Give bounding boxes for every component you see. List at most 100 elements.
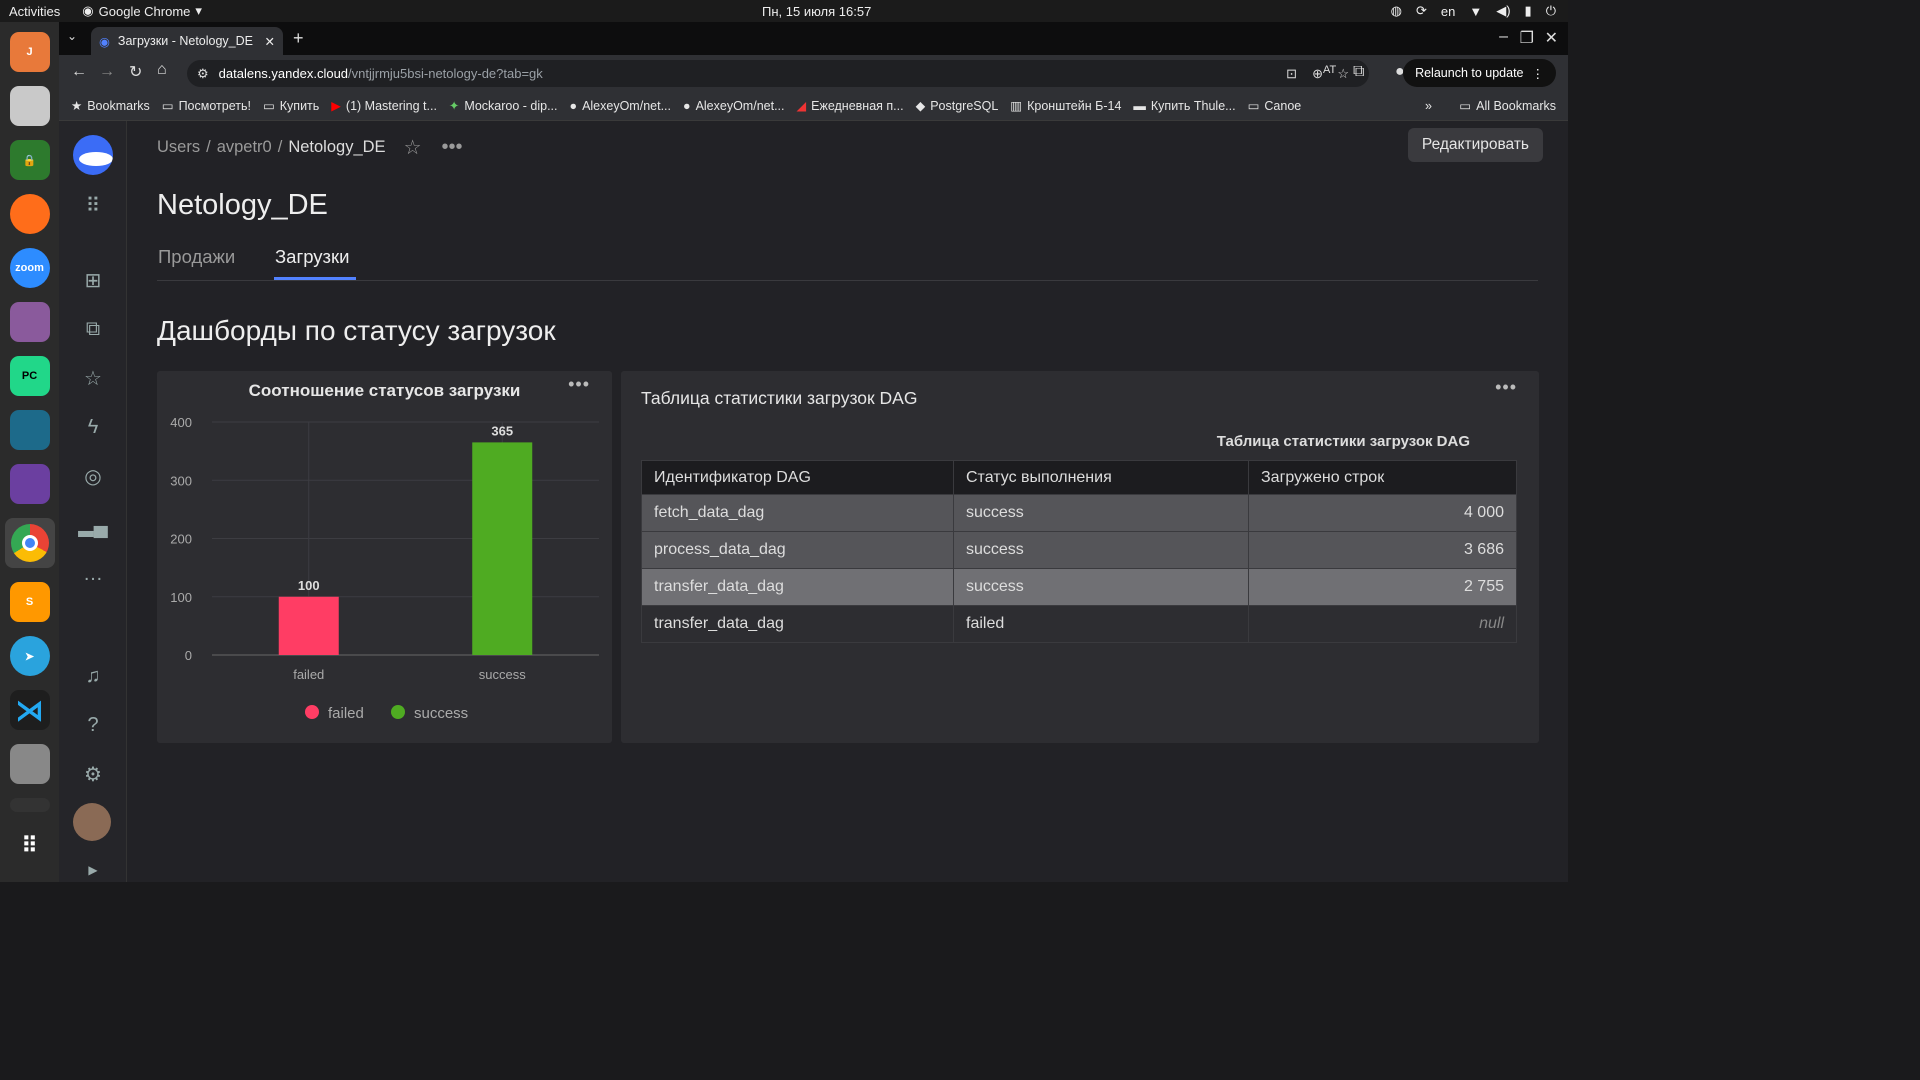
breadcrumb-current[interactable]: Netology_DE xyxy=(288,138,385,157)
home-icon[interactable]: ⌂ xyxy=(157,61,167,79)
bookmark-item[interactable]: ● AlexeyOm/net... xyxy=(570,99,672,113)
minimize-icon[interactable]: – xyxy=(1499,28,1508,46)
favorites-star-icon[interactable]: ☆ xyxy=(81,366,105,390)
video-player-icon[interactable] xyxy=(9,302,50,342)
bookmark-label: AlexeyOm/net... xyxy=(695,98,785,113)
new-tab-icon[interactable]: + xyxy=(293,28,304,49)
tab-sales[interactable]: Продажи xyxy=(158,246,235,268)
datagrip-icon[interactable] xyxy=(9,410,50,450)
column-header[interactable]: Загружено строк xyxy=(1248,460,1517,495)
table-row[interactable]: process_data_dag success 3 686 xyxy=(641,531,1517,569)
sublime-text-icon[interactable]: S xyxy=(9,582,50,622)
obsidian-icon[interactable] xyxy=(9,464,50,504)
dashboards-icon[interactable]: ⊞ xyxy=(81,268,105,292)
relaunch-button[interactable]: Relaunch to update ⋮ xyxy=(1403,59,1556,87)
user-avatar[interactable] xyxy=(73,803,111,841)
bookmark-item[interactable]: ▶ (1) Mastering t... xyxy=(331,98,437,114)
more-actions-icon[interactable]: ••• xyxy=(442,136,463,159)
charts-icon[interactable]: ▂▄ xyxy=(78,513,108,537)
edit-button[interactable]: Редактировать xyxy=(1407,128,1543,162)
vscode-icon[interactable]: ⋊ xyxy=(9,690,50,730)
telegram-icon[interactable]: ➤ xyxy=(9,636,50,676)
site-info-icon[interactable]: ⚙ xyxy=(197,66,209,82)
sync-icon[interactable]: ⟳ xyxy=(1416,3,1427,19)
table-row[interactable]: transfer_data_dag failed null xyxy=(641,605,1517,643)
forward-icon[interactable]: → xyxy=(99,63,115,81)
notifications-bell-icon[interactable]: ♫ xyxy=(81,664,105,688)
browser-tab[interactable]: ◉ Загрузки - Netology_DE ✕ xyxy=(91,27,283,55)
power-menu-icon[interactable]: ⏻ xyxy=(1546,3,1556,19)
install-app-icon[interactable]: ⊡ xyxy=(1286,66,1297,82)
collections-icon[interactable]: ⧉ xyxy=(81,317,105,341)
connections-icon[interactable]: ϟ xyxy=(81,415,105,439)
table-row[interactable]: transfer_data_dag success 2 755 xyxy=(641,568,1517,606)
bookmark-item[interactable]: ✦ Mockaroo - dip... xyxy=(449,98,558,114)
favorite-star-icon[interactable]: ☆ xyxy=(404,135,422,160)
datasets-icon[interactable]: ◎ xyxy=(81,464,105,488)
address-bar[interactable]: ⚙ datalens.yandex.cloud/vntjjrmju5bsi-ne… xyxy=(187,60,1369,87)
help-icon[interactable]: ? xyxy=(81,713,105,737)
cell-status: success xyxy=(953,531,1249,569)
tab-search-icon[interactable]: ⌄ xyxy=(67,29,77,43)
firefox-icon[interactable] xyxy=(9,194,50,234)
tab-title: Загрузки - Netology_DE xyxy=(117,34,253,48)
activities-button[interactable]: Activities xyxy=(9,4,60,19)
clock[interactable]: Пн, 15 июля 16:57 xyxy=(762,4,871,19)
column-header[interactable]: Статус выполнения xyxy=(953,460,1249,495)
jupyter-icon[interactable]: J xyxy=(9,32,50,72)
all-bookmarks[interactable]: ▭ All Bookmarks xyxy=(1459,98,1556,114)
more-bookmarks-icon[interactable]: » xyxy=(1425,99,1432,113)
datalens-logo[interactable] xyxy=(73,135,113,175)
wifi-icon[interactable]: ▼ xyxy=(1469,4,1482,19)
reload-icon[interactable]: ↻ xyxy=(129,62,142,82)
bookmark-item[interactable]: ▥ Кронштейн Б-14 xyxy=(1010,98,1121,114)
bookmark-item[interactable]: ◆ PostgreSQL xyxy=(915,98,999,114)
bookmark-item[interactable]: ▭ Купить xyxy=(263,98,319,114)
breadcrumb-user[interactable]: avpetr0 xyxy=(217,138,272,157)
close-window-icon[interactable]: ✕ xyxy=(1545,28,1558,48)
bookmark-favicon-icon: ▬ xyxy=(1133,98,1146,113)
maximize-icon[interactable]: ❐ xyxy=(1520,28,1534,48)
database-icon[interactable] xyxy=(9,744,50,784)
back-icon[interactable]: ← xyxy=(71,63,87,81)
chrome-dock-icon[interactable] xyxy=(4,518,55,568)
app-menu[interactable]: ◉ Google Chrome ▾ xyxy=(82,3,202,19)
expand-sidebar-icon[interactable]: ▶ xyxy=(81,858,105,882)
section-title: Дашборды по статусу загрузок xyxy=(157,315,556,346)
cell-rows: 4 000 xyxy=(1248,494,1517,532)
bar xyxy=(472,442,533,655)
breadcrumb-users[interactable]: Users xyxy=(157,138,200,157)
language-indicator[interactable]: en xyxy=(1441,4,1455,19)
bookmark-label: (1) Mastering t... xyxy=(345,98,437,113)
volume-icon[interactable]: ◀) xyxy=(1496,3,1510,19)
bookmark-item[interactable]: ▬ Купить Thule... xyxy=(1133,99,1235,113)
zoom-icon[interactable]: ⊕ xyxy=(1312,66,1323,82)
pycharm-icon[interactable]: PC xyxy=(9,356,50,396)
vpn-lock-icon[interactable]: 🔒 xyxy=(9,140,50,180)
bar-chart: 0 100 200 300 400 100 failed 365 success failed su… xyxy=(170,415,599,722)
zoom-icon[interactable]: zoom xyxy=(9,248,50,288)
terminal-icon[interactable] xyxy=(9,798,50,812)
bookmark-item[interactable]: ◢ Ежедневная п... xyxy=(797,98,904,114)
close-tab-icon[interactable]: ✕ xyxy=(265,34,275,49)
battery-icon[interactable]: ▮ xyxy=(1525,3,1532,19)
more-icon[interactable]: … xyxy=(81,562,105,586)
translate-icon[interactable]: AT xyxy=(1323,64,1336,76)
chrome-indicator-icon[interactable]: ◍ xyxy=(1391,3,1402,19)
app-grid-icon[interactable]: ⠿ xyxy=(10,826,50,866)
bookmark-star-icon[interactable]: ☆ xyxy=(1337,66,1349,82)
cell-status: success xyxy=(953,494,1249,532)
postgresql-icon: ◆ xyxy=(915,99,926,113)
files-icon[interactable] xyxy=(9,86,50,126)
bookmark-item[interactable]: ▭ Canoe xyxy=(1248,98,1302,114)
services-grid-icon[interactable]: ⠿ xyxy=(81,193,105,217)
tab-uploads[interactable]: Загрузки xyxy=(275,246,349,268)
extensions-icon[interactable]: ⧉ xyxy=(1353,63,1364,81)
table-row[interactable]: fetch_data_dag success 4 000 xyxy=(641,494,1517,532)
settings-gear-icon[interactable]: ⚙ xyxy=(81,762,105,786)
bookmark-item[interactable]: ● AlexeyOm/net... xyxy=(683,99,785,113)
column-header[interactable]: Идентификатор DAG xyxy=(641,460,954,495)
bookmark-item[interactable]: ★ Bookmarks xyxy=(71,98,150,114)
bookmark-item[interactable]: ▭ Посмотреть! xyxy=(162,98,251,114)
widget-menu-icon[interactable]: ••• xyxy=(1495,377,1517,398)
